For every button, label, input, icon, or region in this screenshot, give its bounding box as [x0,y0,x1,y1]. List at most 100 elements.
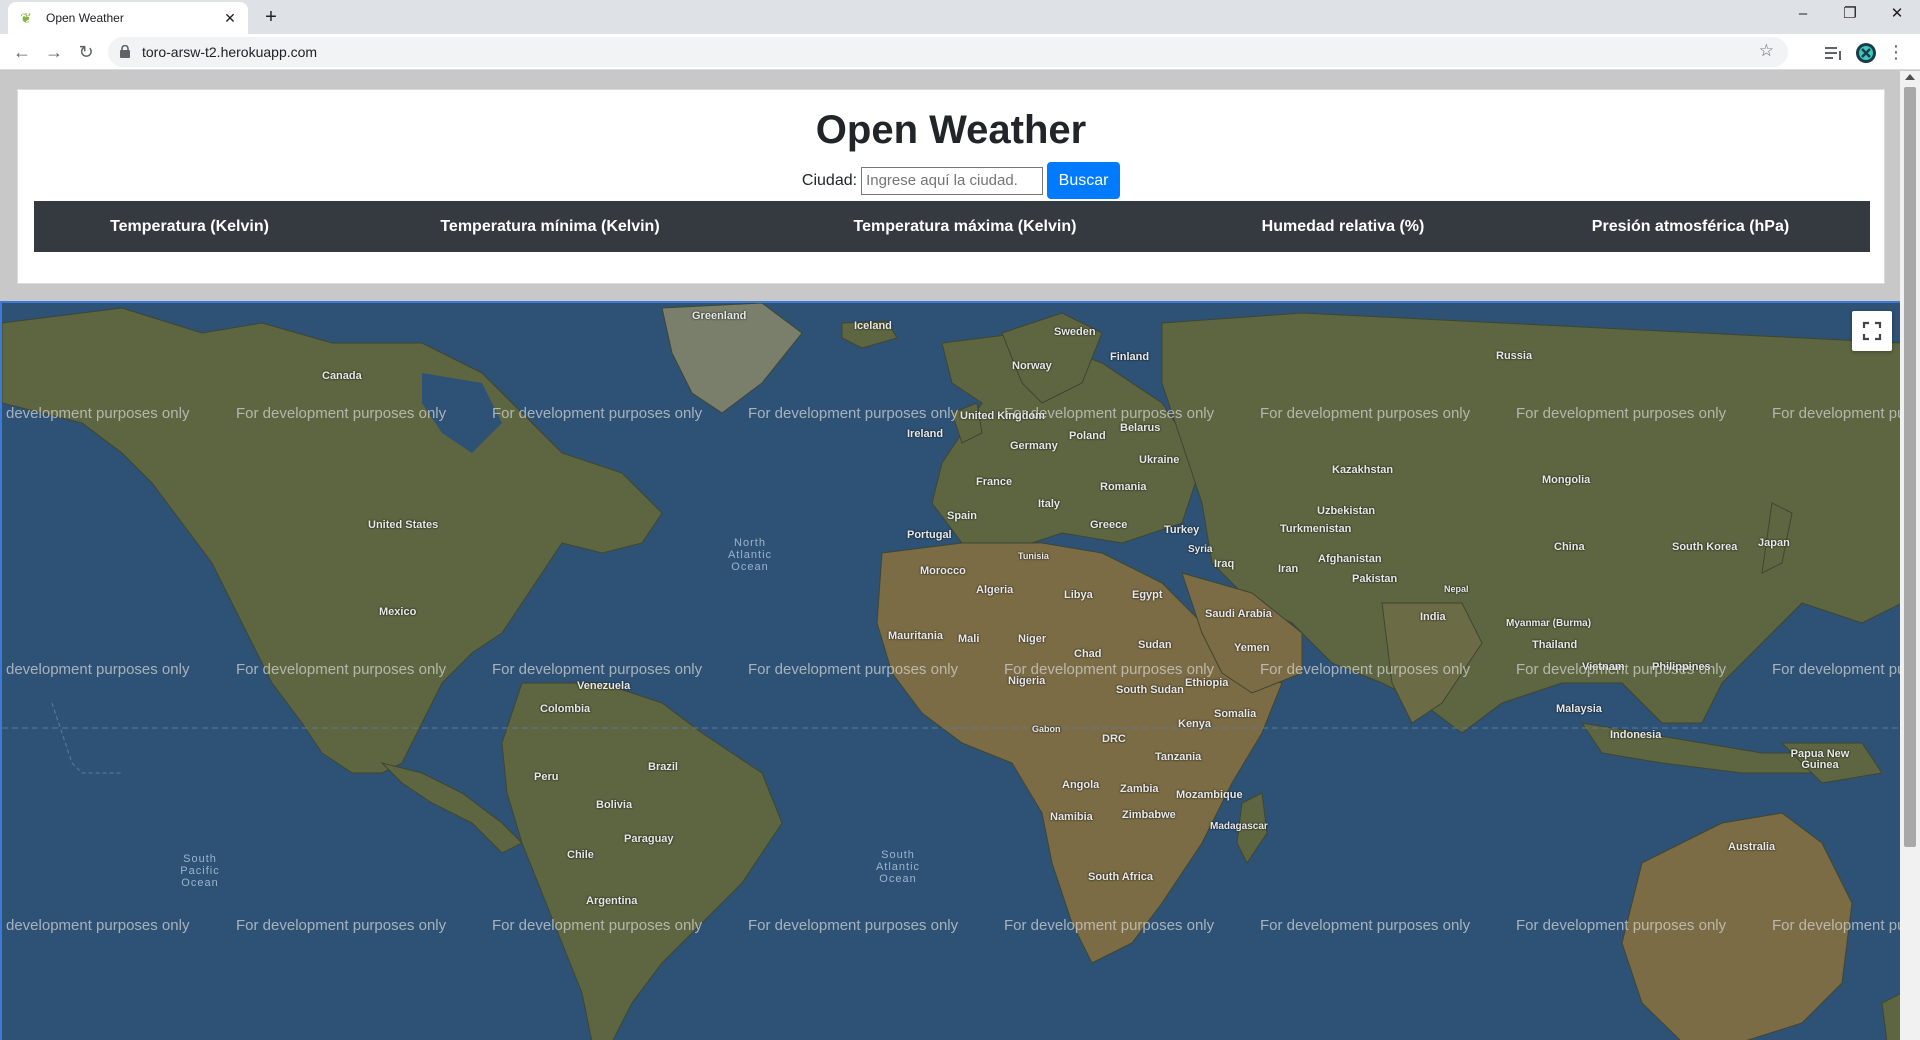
label-brazil: Brazil [648,761,678,773]
label-china: China [1554,541,1585,553]
label-kazakhstan: Kazakhstan [1332,464,1394,476]
minimize-icon[interactable]: – [1780,0,1826,30]
label-myanmar: Myanmar (Burma) [1506,618,1592,629]
watermark: For development purposes only [748,405,959,422]
city-input[interactable] [861,166,1044,195]
watermark: For development purposes only [1772,917,1900,934]
label-france: France [976,476,1013,488]
label-papua-new-guinea: Papua New Guinea [1790,748,1850,771]
label-ireland: Ireland [907,428,944,440]
city-label: Ciudad: [801,171,858,189]
label-italy: Italy [1038,498,1061,510]
restore-icon[interactable]: ❐ [1827,0,1873,30]
label-bolivia: Bolivia [596,799,633,811]
label-saudi-arabia: Saudi Arabia [1205,608,1272,620]
label-paraguay: Paraguay [624,833,674,845]
watermark: For development purposes only [236,661,447,678]
close-window-icon[interactable]: ✕ [1874,0,1920,30]
fullscreen-icon [1862,321,1882,341]
label-mozambique: Mozambique [1176,789,1243,801]
label-gabon: Gabon [1032,724,1061,734]
label-turkey: Turkey [1164,524,1200,536]
watermark: development purposes only [6,917,190,934]
label-sweden: Sweden [1054,326,1096,338]
back-icon[interactable]: ← [10,40,34,64]
label-south-korea: South Korea [1672,541,1738,553]
label-spain: Spain [947,510,977,522]
label-mauritania: Mauritania [888,630,944,642]
watermark: For development purposes only [1516,917,1727,934]
page-viewport: Open Weather Ciudad: Buscar Temperatura … [0,71,1900,1040]
label-ethiopia: Ethiopia [1185,677,1229,689]
label-russia: Russia [1496,350,1533,362]
label-egypt: Egypt [1132,589,1163,601]
label-pakistan: Pakistan [1352,573,1398,585]
bookmark-star-icon[interactable]: ☆ [1759,41,1774,61]
scroll-thumb[interactable] [1904,87,1916,847]
address-bar[interactable]: toro-arsw-t2.herokuapp.com ☆ [108,37,1788,67]
label-uzbekistan: Uzbekistan [1317,505,1376,517]
leaf-icon: ❦ [20,10,32,26]
watermark: For development purposes only [1260,661,1471,678]
label-india: India [1420,611,1446,623]
label-belarus: Belarus [1120,422,1161,434]
label-syria: Syria [1188,544,1213,555]
scroll-up-arrow-icon[interactable] [1905,74,1915,80]
label-zambia: Zambia [1120,783,1159,795]
label-algeria: Algeria [976,584,1014,596]
new-tab-icon[interactable]: + [260,6,282,29]
label-mongolia: Mongolia [1542,474,1591,486]
header-temperature: Temperatura (Kelvin) [110,217,269,235]
watermark: For development purposes only [748,661,959,678]
watermark: For development purposes only [236,917,447,934]
label-canada: Canada [322,370,362,382]
world-map[interactable]: Greenland Iceland Sweden Finland Norway … [0,301,1900,1040]
browser-tab[interactable]: ❦ Open Weather ✕ [8,2,248,34]
profile-avatar-icon[interactable] [1855,42,1877,64]
label-indonesia: Indonesia [1610,729,1662,741]
label-venezuela: Venezuela [577,680,631,692]
reload-icon[interactable]: ↻ [74,40,98,64]
header-humidity: Humedad relativa (%) [1261,217,1425,235]
watermark: For development purposes only [236,405,447,422]
forward-icon[interactable]: → [42,40,66,64]
browser-menu-icon[interactable]: ⋮ [1884,40,1908,64]
label-kenya: Kenya [1178,718,1212,730]
label-colombia: Colombia [540,703,591,715]
close-tab-icon[interactable]: ✕ [222,10,238,27]
label-argentina: Argentina [586,895,638,907]
label-greenland: Greenland [692,310,747,322]
lock-icon [120,45,130,58]
page-scrollbar[interactable] [1900,71,1920,1040]
watermark: For development purposes only [1772,661,1900,678]
watermark: For development purposes only [492,405,703,422]
watermark: For development purposes only [492,917,703,934]
weather-card: Open Weather Ciudad: Buscar Temperatura … [17,89,1885,284]
south-america-landmass [501,682,783,1040]
label-thailand: Thailand [1532,639,1578,651]
label-peru: Peru [534,771,559,783]
fullscreen-button[interactable] [1852,311,1892,351]
label-zimbabwe: Zimbabwe [1122,809,1176,821]
media-queue-icon[interactable] [1822,42,1844,64]
label-nepal: Nepal [1444,584,1469,594]
watermark: For development purposes only [1516,661,1727,678]
label-ukraine: Ukraine [1139,454,1180,466]
label-south-atlantic: South Atlantic Ocean [875,849,921,885]
label-turkmenistan: Turkmenistan [1280,523,1352,535]
search-button[interactable]: Buscar [1047,162,1121,199]
label-iceland: Iceland [854,320,892,332]
label-tanzania: Tanzania [1155,751,1202,763]
label-mali: Mali [958,633,980,645]
watermark: For development purposes only [748,917,959,934]
label-portugal: Portugal [907,529,952,541]
page-title: Open Weather [815,108,1087,152]
watermark: For development purposes only [1516,405,1727,422]
label-iran: Iran [1278,563,1299,575]
watermark: For development purposes only [1772,405,1900,422]
label-yemen: Yemen [1234,642,1270,654]
watermark: For development purposes only [1260,917,1471,934]
label-sudan: Sudan [1138,639,1172,651]
header-pressure: Presión atmosférica (hPa) [1591,217,1790,235]
label-afghanistan: Afghanistan [1318,553,1382,565]
